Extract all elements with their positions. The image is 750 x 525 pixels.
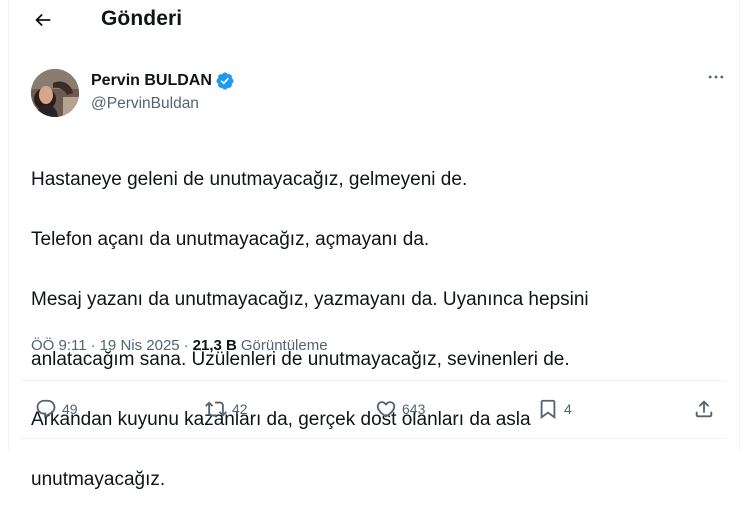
post-detail-view: Gönderi Pervin BULDAN @PervinBuldan Hast… xyxy=(8,0,740,490)
share-icon xyxy=(693,398,715,420)
retweet-button[interactable]: 42 xyxy=(205,396,248,422)
views-count: 21,3 B xyxy=(192,337,237,354)
bookmark-icon xyxy=(537,398,559,420)
tweet-meta: ÖÖ 9:11 · 19 Nis 2025 · 21,3 B Görüntüle… xyxy=(31,337,328,354)
author-name-text: Pervin BULDAN xyxy=(91,72,212,89)
like-count: 643 xyxy=(402,401,426,417)
more-horizontal-icon xyxy=(706,67,726,92)
tweet-time[interactable]: ÖÖ 9:11 xyxy=(31,337,87,354)
reply-count: 49 xyxy=(62,401,78,417)
views-label: Görüntüleme xyxy=(240,337,328,354)
tweet-line: Mesaj yazanı da unutmayacağız, yazmayanı… xyxy=(31,289,589,310)
page-header: Gönderi xyxy=(9,0,739,44)
bookmark-count: 4 xyxy=(564,401,572,417)
like-button[interactable]: 643 xyxy=(375,396,425,422)
reply-icon xyxy=(35,398,57,420)
tweet-line: Hastaneye geleni de unutmayacağız, gelme… xyxy=(31,169,468,190)
divider xyxy=(21,380,727,381)
share-button[interactable] xyxy=(693,396,715,422)
retweet-icon xyxy=(205,398,227,420)
arrow-left-icon xyxy=(32,9,54,36)
divider xyxy=(21,438,727,439)
verified-badge-icon xyxy=(215,71,235,91)
more-options-button[interactable] xyxy=(700,67,732,95)
author-name[interactable]: Pervin BULDAN xyxy=(91,71,235,91)
meta-separator: · xyxy=(90,337,96,354)
meta-separator: · xyxy=(183,337,189,354)
tweet-line: unutmayacağız. xyxy=(31,469,166,490)
author-handle[interactable]: @PervinBuldan xyxy=(91,95,199,113)
tweet-date[interactable]: 19 Nis 2025 xyxy=(100,337,180,354)
bookmark-button[interactable]: 4 xyxy=(537,396,572,422)
reply-button[interactable]: 49 xyxy=(35,396,78,422)
retweet-count: 42 xyxy=(232,401,248,417)
avatar[interactable] xyxy=(31,69,79,117)
page-title: Gönderi xyxy=(101,7,183,30)
tweet-text: Hastaneye geleni de unutmayacağız, gelme… xyxy=(31,135,731,525)
tweet-line: Telefon açanı da unutmayacağız, açmayanı… xyxy=(31,229,430,250)
heart-icon xyxy=(375,398,397,420)
back-button[interactable] xyxy=(25,4,61,40)
